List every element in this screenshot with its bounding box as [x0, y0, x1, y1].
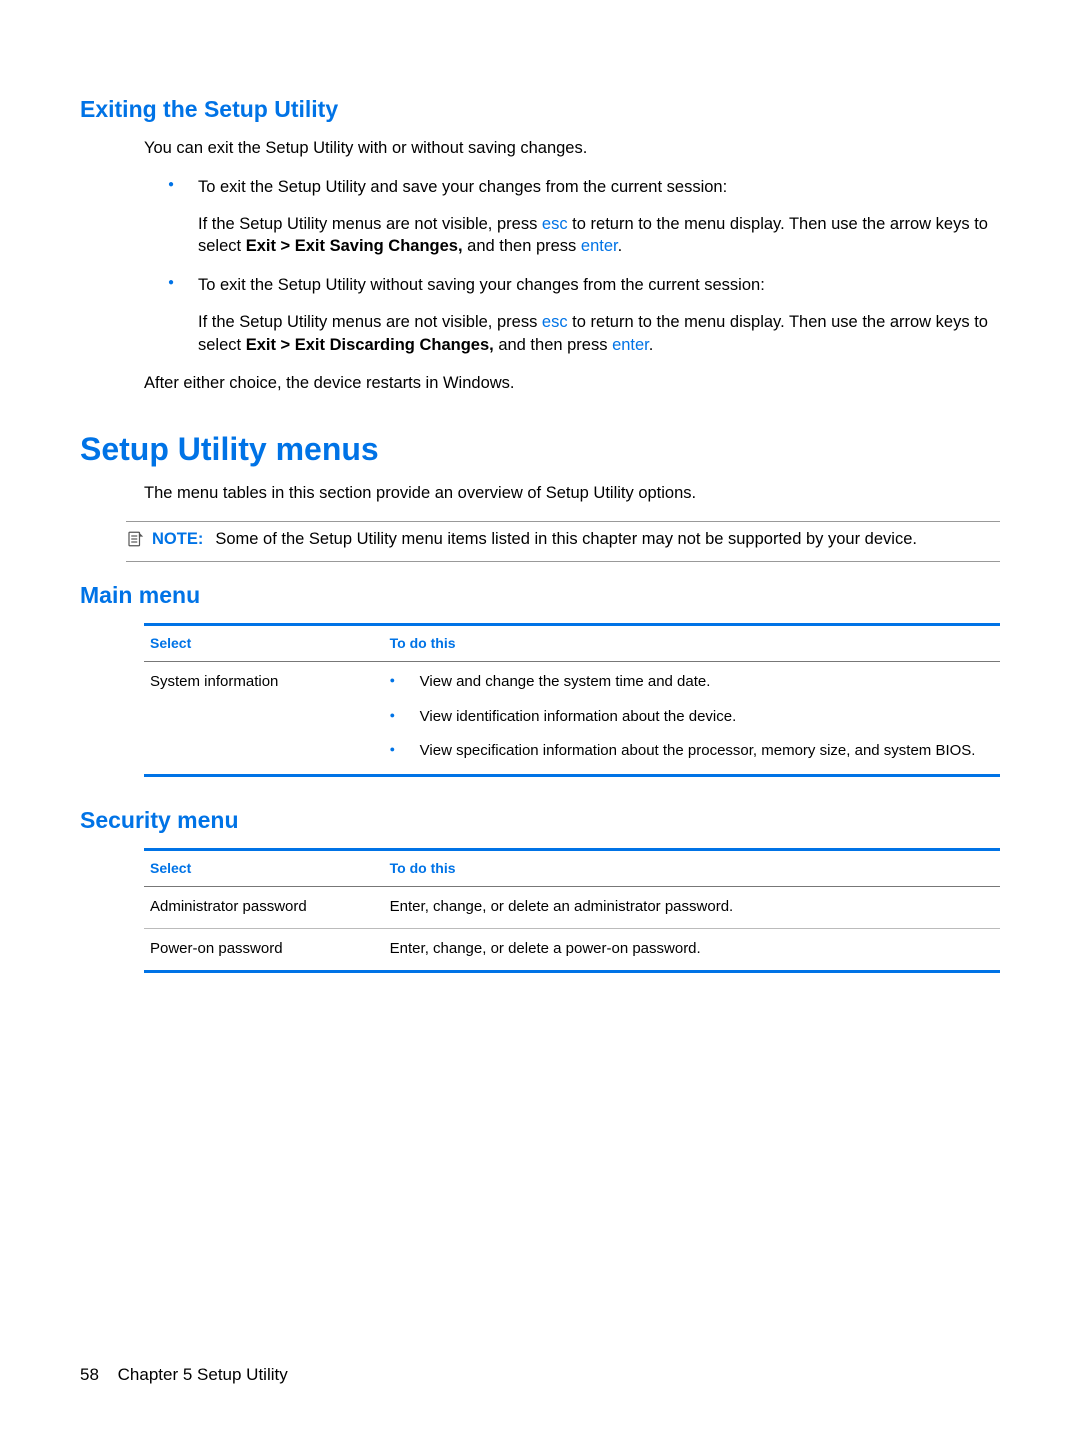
note-label: NOTE: — [152, 530, 203, 548]
heading-security-menu: Security menu — [80, 807, 1000, 834]
bullet-lead: To exit the Setup Utility without saving… — [198, 276, 765, 294]
cell-select: Administrator password — [144, 887, 384, 929]
cell-select: System information — [144, 661, 384, 774]
heading-setup-menus: Setup Utility menus — [80, 431, 1000, 468]
cell-todo: View and change the system time and date… — [384, 661, 1000, 774]
heading-main-menu: Main menu — [80, 582, 1000, 609]
note-block: NOTE: Some of the Setup Utility menu item… — [126, 521, 1000, 562]
main-menu-table-wrap: Select To do this System information Vie… — [144, 623, 1000, 777]
bullet-sub: If the Setup Utility menus are not visib… — [198, 213, 1000, 259]
page-number: 58 — [80, 1365, 99, 1384]
list-item: View specification information about the… — [390, 741, 994, 762]
enter-key: enter — [581, 237, 618, 255]
bullet-lead: To exit the Setup Utility and save your … — [198, 178, 727, 196]
page-content: Exiting the Setup Utility You can exit t… — [0, 0, 1080, 1033]
exiting-bullets: To exit the Setup Utility and save your … — [168, 176, 1000, 357]
security-menu-table-wrap: Select To do this Administrator password… — [144, 848, 1000, 973]
cell-select: Power-on password — [144, 929, 384, 970]
note-text: Some of the Setup Utility menu items lis… — [215, 530, 917, 548]
main-menu-table: Select To do this System information Vie… — [144, 623, 1000, 774]
exiting-body: You can exit the Setup Utility with or w… — [144, 137, 1000, 395]
security-menu-table: Select To do this Administrator password… — [144, 848, 1000, 970]
menu-path: Exit > Exit Saving Changes, — [246, 237, 463, 255]
menu-path: Exit > Exit Discarding Changes, — [246, 336, 494, 354]
chapter-label: Chapter 5 Setup Utility — [118, 1365, 288, 1384]
heading-exiting: Exiting the Setup Utility — [80, 96, 1000, 123]
col-select: Select — [144, 624, 384, 661]
list-item: View identification information about th… — [390, 707, 994, 728]
menus-body: The menu tables in this section provide … — [144, 482, 1000, 505]
page-footer: 58 Chapter 5 Setup Utility — [80, 1365, 288, 1385]
esc-key: esc — [542, 215, 568, 233]
cell-todo: Enter, change, or delete a power-on pass… — [384, 929, 1000, 970]
bullet-sub: If the Setup Utility menus are not visib… — [198, 311, 1000, 357]
cell-todo: Enter, change, or delete an administrato… — [384, 887, 1000, 929]
menus-intro: The menu tables in this section provide … — [144, 482, 1000, 505]
list-item: View and change the system time and date… — [390, 672, 994, 693]
exit-save-bullet: To exit the Setup Utility and save your … — [168, 176, 1000, 258]
esc-key: esc — [542, 313, 568, 331]
enter-key: enter — [612, 336, 649, 354]
exit-discard-bullet: To exit the Setup Utility without saving… — [168, 274, 1000, 356]
table-row: Administrator password Enter, change, or… — [144, 887, 1000, 929]
exiting-intro: You can exit the Setup Utility with or w… — [144, 137, 1000, 160]
note-icon — [126, 530, 144, 555]
table-row: Power-on password Enter, change, or dele… — [144, 929, 1000, 970]
col-select: Select — [144, 850, 384, 887]
exiting-after: After either choice, the device restarts… — [144, 372, 1000, 395]
col-todo: To do this — [384, 850, 1000, 887]
col-todo: To do this — [384, 624, 1000, 661]
table-row: System information View and change the s… — [144, 661, 1000, 774]
